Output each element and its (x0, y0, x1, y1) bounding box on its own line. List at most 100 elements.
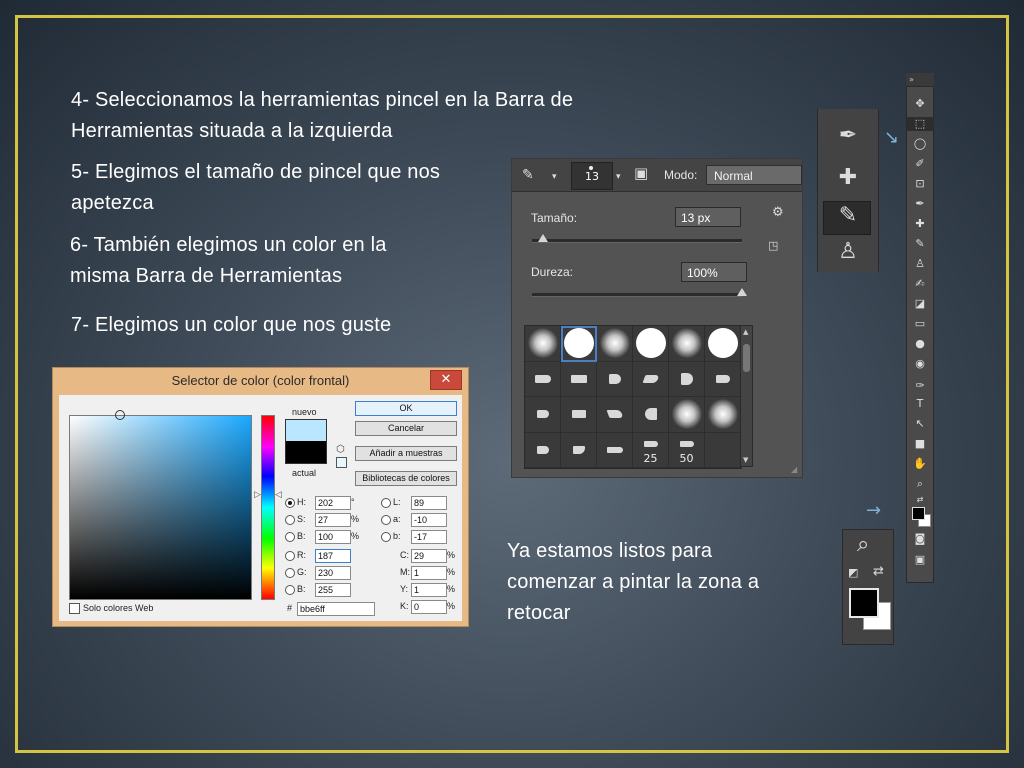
type-tool-icon[interactable]: T (907, 397, 933, 411)
brush-preset-picker[interactable]: 13 (571, 162, 613, 190)
gamut-warning-cube-icon[interactable]: ⬡ (336, 444, 345, 455)
hue-slider-right-arrow-icon[interactable]: ◁ (275, 490, 282, 500)
gear-icon[interactable]: ⚙ (772, 206, 784, 220)
brush-tip[interactable] (633, 361, 669, 397)
brush-tip[interactable]: 25 (633, 432, 669, 468)
dodge-tool-icon[interactable]: ◉ (907, 357, 933, 371)
eyedropper-icon[interactable]: ✒ (818, 123, 878, 148)
brush-tip[interactable]: 50 (669, 432, 705, 468)
brush-tip[interactable] (597, 432, 633, 468)
hardness-slider[interactable] (532, 288, 747, 297)
brush-tip[interactable] (633, 326, 669, 362)
saturation-input[interactable]: 27 (315, 513, 351, 527)
new-preset-icon[interactable]: ◳ (768, 239, 778, 253)
hardness-slider-thumb[interactable] (737, 288, 747, 296)
default-colors-icon[interactable]: ◩ (848, 566, 858, 579)
scrollbar-thumb[interactable] (743, 344, 750, 372)
pen-tool-icon[interactable]: ✑ (907, 379, 933, 393)
brush-tip-selected[interactable] (561, 326, 597, 362)
current-color-swatch[interactable] (285, 441, 327, 464)
brush-tip[interactable] (597, 361, 633, 397)
brush-tip[interactable] (561, 432, 597, 468)
brush-tip[interactable] (669, 397, 705, 433)
swap-colors-icon[interactable]: ⇄ (907, 493, 933, 507)
brush-tip[interactable] (705, 326, 741, 362)
add-to-swatches-button[interactable]: Añadir a muestras (355, 446, 457, 461)
brightness-radio[interactable] (285, 532, 295, 542)
stamp-tool-icon[interactable]: ♙ (907, 257, 933, 271)
hue-radio[interactable] (285, 498, 295, 508)
gradient-tool-icon[interactable]: ▭ (907, 317, 933, 331)
brush-tip[interactable] (633, 397, 669, 433)
color-libraries-button[interactable]: Bibliotecas de colores (355, 471, 457, 486)
brush-tip[interactable] (705, 361, 741, 397)
brush-tip[interactable] (561, 397, 597, 433)
size-input[interactable]: 13 px (675, 207, 741, 227)
brush-tip[interactable] (669, 326, 705, 362)
brush-tip[interactable] (705, 432, 741, 468)
brush-tip[interactable] (561, 361, 597, 397)
healing-brush-icon[interactable]: ✚ (818, 165, 878, 190)
mode-select[interactable]: Normal (706, 165, 802, 185)
toolbar-collapse-icon[interactable]: » (906, 73, 934, 86)
hardness-input[interactable]: 100% (681, 262, 747, 282)
quick-select-tool-icon[interactable]: ✐ (907, 157, 933, 171)
hand-tool-icon[interactable]: ✋ (907, 457, 933, 471)
tool-preset-chevron-down-icon[interactable]: ▾ (552, 170, 557, 184)
lab-l-input[interactable]: 89 (411, 496, 447, 510)
ok-button[interactable]: OK (355, 401, 457, 416)
lasso-tool-icon[interactable]: ◯ (907, 137, 933, 151)
brush-tip[interactable] (525, 361, 561, 397)
brush-tip[interactable] (705, 397, 741, 433)
lab-l-radio[interactable] (381, 498, 391, 508)
brush-tip[interactable] (597, 397, 633, 433)
brush-tool-icon[interactable]: ✎ (522, 168, 534, 182)
brush-preset-chevron-down-icon[interactable]: ▾ (616, 170, 621, 184)
crop-tool-icon[interactable]: ⊡ (907, 177, 933, 191)
brush-tip-scrollbar[interactable]: ▲ ▼ (740, 325, 753, 467)
brush-tip[interactable] (525, 432, 561, 468)
zoom-tool-icon[interactable]: ⌕ (857, 532, 869, 557)
brush-panel-toggle-icon[interactable]: ▣ (634, 166, 648, 181)
history-brush-tool-icon[interactable]: ✍ (907, 277, 933, 291)
clone-stamp-icon[interactable]: ♙ (818, 239, 878, 264)
cyan-input[interactable]: 29 (411, 549, 447, 563)
hex-input[interactable]: bbe6ff (297, 602, 375, 616)
brush-tip[interactable] (597, 326, 633, 362)
brush-tool-icon[interactable]: ✎ (818, 203, 878, 228)
brush-tip[interactable] (669, 361, 705, 397)
hue-slider[interactable] (261, 415, 275, 600)
resize-grip-icon[interactable]: ◢ (791, 463, 797, 477)
swap-colors-icon[interactable]: ⇄ (873, 564, 884, 579)
blue-radio[interactable] (285, 585, 295, 595)
brightness-input[interactable]: 100 (315, 530, 351, 544)
green-radio[interactable] (285, 568, 295, 578)
close-button[interactable]: ✕ (430, 370, 462, 390)
hue-slider-left-arrow-icon[interactable]: ▷ (254, 490, 261, 500)
web-only-checkbox[interactable] (69, 603, 80, 614)
green-input[interactable]: 230 (315, 566, 351, 580)
magenta-input[interactable]: 1 (411, 566, 447, 580)
color-field[interactable] (69, 410, 252, 600)
zoom-tool-icon[interactable]: ⌕ (907, 477, 933, 491)
hue-input[interactable]: 202 (315, 496, 351, 510)
move-tool-icon[interactable]: ✥ (907, 97, 933, 111)
yellow-input[interactable]: 1 (411, 583, 447, 597)
saturation-radio[interactable] (285, 515, 295, 525)
lab-b-radio[interactable] (381, 532, 391, 542)
scroll-up-icon[interactable]: ▲ (743, 328, 748, 336)
brush-tip[interactable] (525, 326, 561, 362)
web-safe-swatch[interactable] (336, 457, 347, 468)
black-input[interactable]: 0 (411, 600, 447, 614)
shape-tool-icon[interactable]: ■ (907, 437, 933, 451)
lab-a-input[interactable]: -10 (411, 513, 447, 527)
scroll-down-icon[interactable]: ▼ (743, 456, 748, 464)
eraser-tool-icon[interactable]: ◪ (907, 297, 933, 311)
healing-tool-icon[interactable]: ✚ (907, 217, 933, 231)
marquee-tool-icon[interactable]: ⬚ (907, 117, 933, 131)
eyedropper-tool-icon[interactable]: ✒ (907, 197, 933, 211)
cancel-button[interactable]: Cancelar (355, 421, 457, 436)
foreground-color-swatch[interactable] (912, 507, 925, 520)
brush-tool-icon[interactable]: ✎ (907, 237, 933, 251)
lab-a-radio[interactable] (381, 515, 391, 525)
